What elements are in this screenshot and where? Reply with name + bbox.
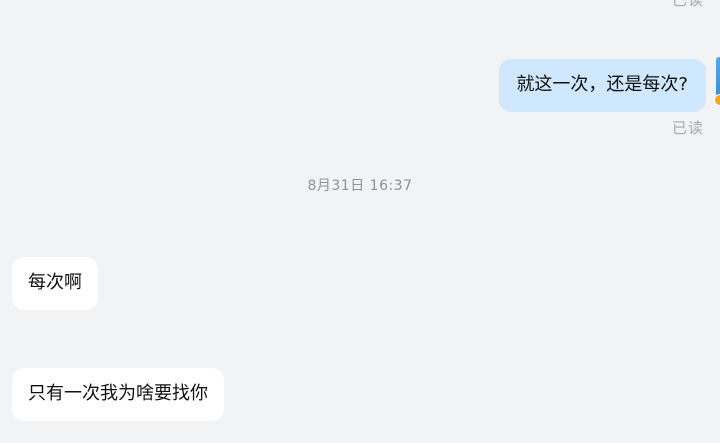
verified-badge-icon <box>714 94 720 106</box>
outgoing-message-bubble[interactable]: 就这一次，还是每次? <box>499 59 706 112</box>
read-status: 已读 <box>671 119 704 137</box>
incoming-message-bubble[interactable]: 只有一次我为啥要找你 <box>12 368 224 421</box>
message-timestamp: 8月31日 16:37 <box>307 178 413 194</box>
chat-thread: 已读 就这一次，还是每次? 已读 8月31日 16:37 每次啊 只有一次我为啥… <box>0 0 720 443</box>
avatar-icon <box>716 57 720 97</box>
incoming-message-bubble[interactable]: 每次啊 <box>12 257 98 310</box>
read-status: 已读 <box>671 0 704 9</box>
self-avatar[interactable] <box>714 57 720 109</box>
